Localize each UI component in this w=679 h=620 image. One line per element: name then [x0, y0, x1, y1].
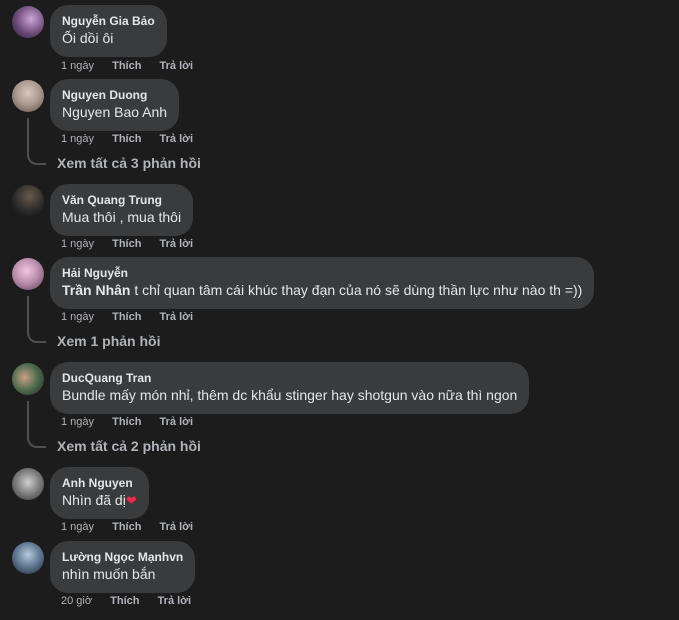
- comment-actions: 1 ngày Thích Trả lời: [61, 238, 208, 250]
- view-replies-link[interactable]: Xem tất cả 2 phản hồi: [57, 438, 201, 454]
- comment-text: nhìn muốn bắn: [62, 566, 156, 582]
- avatar[interactable]: [12, 363, 44, 395]
- comment-actions: 20 giờ Thích Trả lời: [61, 595, 206, 607]
- comment-author[interactable]: DucQuang Tran: [62, 370, 517, 386]
- like-button[interactable]: Thích: [112, 133, 141, 145]
- reply-button[interactable]: Trả lời: [160, 60, 194, 72]
- avatar[interactable]: [12, 468, 44, 500]
- comment-time[interactable]: 1 ngày: [61, 133, 94, 145]
- avatar[interactable]: [12, 80, 44, 112]
- avatar[interactable]: [12, 6, 44, 38]
- comment-actions: 1 ngày Thích Trả lời: [61, 521, 208, 533]
- comment-bubble: Lường Ngọc Mạnhvn nhìn muốn bắn: [50, 541, 196, 593]
- comment-bubble: Văn Quang Trung Mua thôi , mua thôi: [50, 184, 194, 236]
- comment-author[interactable]: Anh Nguyen: [62, 475, 137, 491]
- avatar[interactable]: [12, 185, 44, 217]
- like-button[interactable]: Thích: [112, 521, 141, 533]
- like-button[interactable]: Thích: [112, 416, 141, 428]
- reply-thread-line: [27, 401, 46, 448]
- comment-time[interactable]: 1 ngày: [61, 311, 94, 323]
- comment-author[interactable]: Văn Quang Trung: [62, 192, 181, 208]
- reply-button[interactable]: Trả lời: [160, 238, 194, 250]
- view-replies-link[interactable]: Xem tất cả 3 phản hồi: [57, 155, 201, 171]
- comment-time[interactable]: 20 giờ: [61, 595, 92, 607]
- like-button[interactable]: Thích: [112, 238, 141, 250]
- comment-bubble: DucQuang Tran Bundle mấy món nhỉ, thêm d…: [50, 362, 530, 414]
- comment-bubble: Nguyễn Gia Bảo Ối dồi ôi: [50, 5, 167, 57]
- reply-button[interactable]: Trả lời: [160, 311, 194, 323]
- reply-button[interactable]: Trả lời: [158, 595, 192, 607]
- avatar[interactable]: [12, 542, 44, 574]
- view-replies-link[interactable]: Xem 1 phản hồi: [57, 333, 160, 349]
- reply-thread-line: [27, 296, 46, 343]
- comment-author[interactable]: Hải Nguyễn: [62, 265, 582, 281]
- like-button[interactable]: Thích: [112, 311, 141, 323]
- comment-text: Nguyen Bao Anh: [62, 104, 168, 120]
- comment-actions: 1 ngày Thích Trả lời: [61, 311, 208, 323]
- comment-text: Bundle mấy món nhỉ, thêm dc khẩu stinger…: [62, 387, 518, 403]
- reply-button[interactable]: Trả lời: [160, 521, 194, 533]
- comment-actions: 1 ngày Thích Trả lời: [61, 416, 208, 428]
- comment-text: Nhìn đã dị❤: [62, 491, 137, 510]
- comment-time[interactable]: 1 ngày: [61, 238, 94, 250]
- comment-author[interactable]: Nguyễn Gia Bảo: [62, 13, 155, 29]
- comment-text-body: t chỉ quan tâm cái khúc thay đạn của nó …: [130, 282, 583, 298]
- comment-bubble: Anh Nguyen Nhìn đã dị❤: [50, 467, 149, 519]
- heart-icon: ❤: [125, 493, 137, 508]
- comment-time[interactable]: 1 ngày: [61, 60, 94, 72]
- like-button[interactable]: Thích: [112, 60, 141, 72]
- reply-thread-line: [27, 118, 46, 165]
- comment-text: Ối dồi ôi: [62, 30, 114, 46]
- comment-author[interactable]: Nguyen Duong: [62, 87, 167, 103]
- avatar[interactable]: [12, 258, 44, 290]
- comment-bubble: Hải Nguyễn Trần Nhân t chỉ quan tâm cái …: [50, 257, 595, 309]
- comment-actions: 1 ngày Thích Trả lời: [61, 133, 208, 145]
- comment-actions: 1 ngày Thích Trả lời: [61, 60, 208, 72]
- comment-text-body: Nhìn đã dị: [62, 492, 126, 508]
- reply-button[interactable]: Trả lời: [160, 416, 194, 428]
- mention-link[interactable]: Trần Nhân: [62, 282, 130, 298]
- comment-text: Mua thôi , mua thôi: [62, 209, 182, 225]
- like-button[interactable]: Thích: [110, 595, 139, 607]
- comment-time[interactable]: 1 ngày: [61, 416, 94, 428]
- comment-time[interactable]: 1 ngày: [61, 521, 94, 533]
- reply-button[interactable]: Trả lời: [160, 133, 194, 145]
- comment-author[interactable]: Lường Ngọc Mạnhvn: [62, 549, 183, 565]
- comment-text: Trần Nhân t chỉ quan tâm cái khúc thay đ…: [62, 281, 582, 300]
- comment-bubble: Nguyen Duong Nguyen Bao Anh: [50, 79, 180, 131]
